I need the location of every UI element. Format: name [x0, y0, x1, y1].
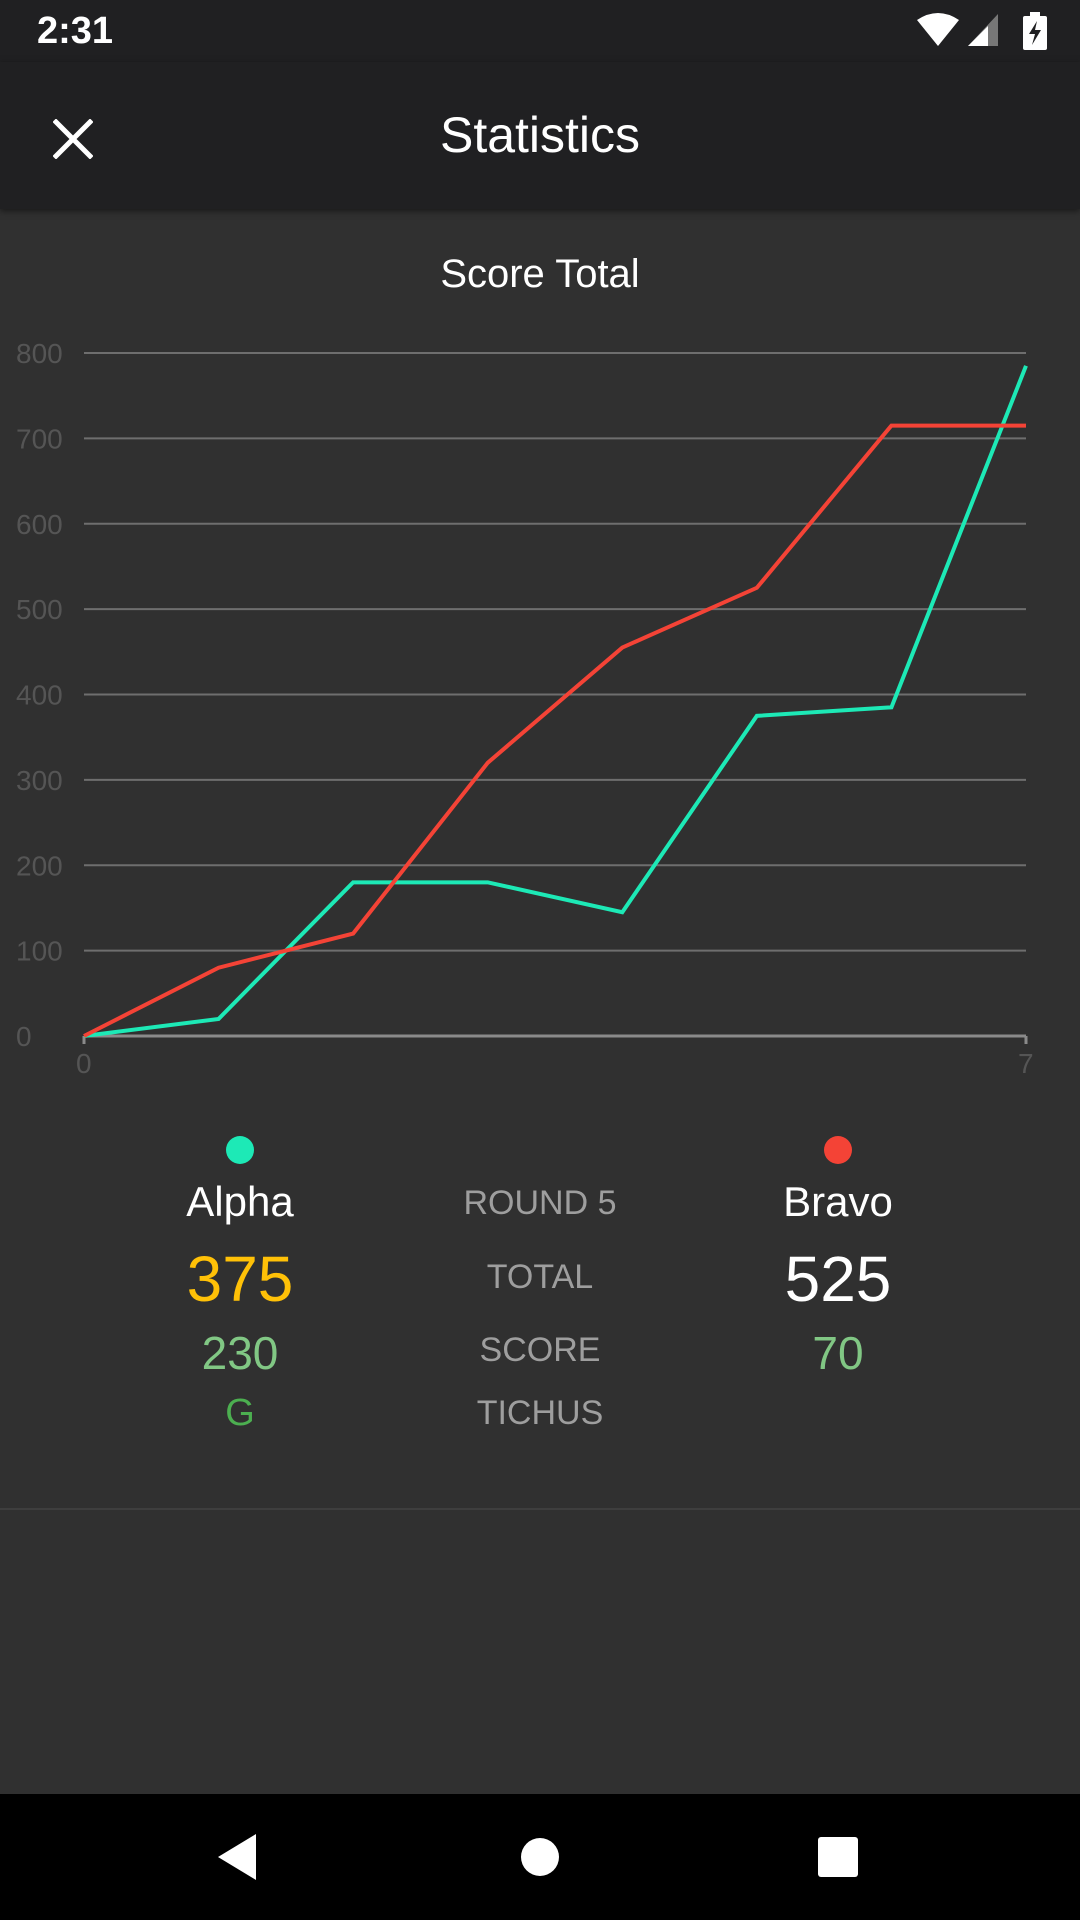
team-b-name: Bravo [783, 1178, 893, 1225]
app-bar: Statistics [0, 62, 1080, 209]
back-icon [218, 1834, 256, 1880]
status-bar: 2:31 [0, 0, 1080, 62]
status-time: 2:31 [37, 10, 114, 52]
tichus-label: TICHUS [476, 1394, 604, 1432]
chart-title: Score Total [440, 252, 639, 296]
home-icon [521, 1838, 559, 1876]
score-chart: Score Total 0 100 200 300 400 500 600 700 800 0 7 [0, 209, 1080, 1109]
team-b-score: 70 [812, 1327, 864, 1379]
team-a-total: 375 [186, 1243, 294, 1315]
recents-button[interactable] [803, 1822, 873, 1892]
y-tick-label: 400 [16, 680, 63, 711]
team-a-name: Alpha [186, 1178, 294, 1225]
y-tick-label: 800 [16, 338, 63, 369]
y-tick-label: 200 [16, 850, 63, 881]
team-b-total: 525 [784, 1243, 892, 1315]
team-a-color-dot [226, 1136, 254, 1164]
round-summary: Alpha 375 230 G ROUND 5 TOTAL SCORE TICH… [0, 1120, 1080, 1510]
chart-svg: Score Total 0 100 200 300 400 500 600 700 800 0 7 [16, 252, 1034, 1079]
battery-charging-icon [1023, 12, 1047, 50]
y-tick-label: 700 [16, 423, 63, 454]
y-tick-label: 300 [16, 765, 63, 796]
y-tick-label: 500 [16, 594, 63, 625]
page-title: Statistics [439, 107, 641, 163]
divider [0, 1508, 1080, 1510]
home-button[interactable] [505, 1822, 575, 1892]
back-button[interactable] [203, 1822, 273, 1892]
y-tick-label: 0 [16, 1021, 32, 1052]
score-label: SCORE [479, 1331, 601, 1369]
wifi-icon [917, 13, 959, 46]
total-label: TOTAL [486, 1258, 594, 1296]
team-a-tichu: G [225, 1392, 255, 1434]
y-tick-label: 100 [16, 936, 63, 967]
signal-icon [968, 14, 998, 46]
recents-icon [818, 1837, 858, 1877]
team-a-score: 230 [201, 1327, 279, 1379]
series-line-2 [83, 423, 1026, 1038]
round-label: ROUND 5 [463, 1184, 617, 1222]
series-line-1 [83, 365, 1028, 1038]
y-tick-label: 600 [16, 509, 63, 540]
team-b-color-dot [824, 1136, 852, 1164]
x-tick-label: 7 [1018, 1048, 1034, 1079]
x-tick-label: 0 [76, 1048, 92, 1079]
navigation-bar [0, 1794, 1080, 1920]
